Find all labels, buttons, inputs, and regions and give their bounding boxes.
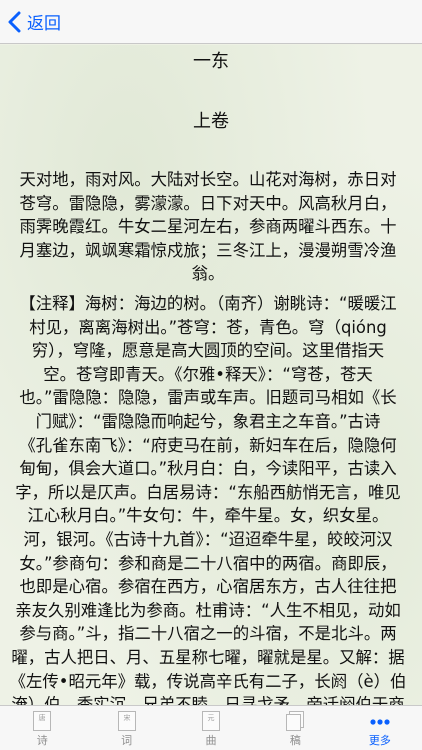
- text-line: 苍穹。雷隐隐，雾濛濛。日下对天中。风高秋月白，: [19, 193, 397, 213]
- tab-label: 更多: [368, 734, 391, 747]
- text-line: 【注释】海树：海边的树。（南齐）谢眺诗：“暖暖江: [19, 294, 397, 313]
- text-line: 月塞边，飒飒寒霜惊戍旅；三冬江上，漫漫朔雪冷渔: [19, 240, 397, 260]
- more-dots-icon: [370, 719, 390, 725]
- yuan-book-icon: 元: [202, 711, 221, 731]
- text-line: 江心秋月白。”牛女句：牛，牵牛星。女，织女星。: [27, 506, 389, 526]
- svg-text:唐: 唐: [39, 713, 46, 722]
- volume-subheading: 上卷: [193, 111, 229, 132]
- text-line: 也。”雷隐隐：隐隐，雷声或车声。旧题司马相如《长: [19, 388, 397, 408]
- song-book-icon: 宋: [117, 711, 136, 731]
- poem-content[interactable]: 一东 上卷 天对地，雨对风。大陆对长空。山花对海树，赤日对 苍穹。雷隐隐，雾濛濛。…: [0, 45, 422, 705]
- text-line: 翁。: [191, 264, 225, 284]
- text-line: 雨霁晚霞红。牛女二星河左右，参商两曜斗西东。十: [19, 217, 397, 237]
- poem-text: 天对地，雨对风。大陆对长空。山花对海树，赤日对 苍穹。雷隐隐，雾濛濛。日下对天中。…: [6, 168, 410, 286]
- svg-text:宋: 宋: [123, 713, 130, 722]
- text-line: 女。”参商句：参和商是二十八宿中的两宿。商即辰，: [19, 553, 397, 573]
- tab-label: 诗: [36, 734, 48, 747]
- chevron-left-icon: [8, 11, 21, 32]
- text-line: 天对地，雨对风。大陆对长空。山花对海树，赤日对: [19, 170, 397, 189]
- tang-book-icon: 唐: [33, 711, 52, 731]
- text-line: 淹）伯，季实沉。兄弟不睦，日寻戈矛。帝迁阏伯于商: [11, 695, 405, 705]
- tab-bar: 唐 诗 宋 词 元 曲 稿 更多: [0, 705, 422, 750]
- tab-label: 曲: [205, 734, 217, 747]
- tab-label: 词: [121, 734, 133, 747]
- text-line: 《孔雀东南飞》：“府吏马在前，新妇车在后，隐隐何: [19, 435, 397, 455]
- svg-text:元: 元: [208, 714, 215, 722]
- text-line: 《左传•昭元年》载，传说高辛氏有二子，长阏（è）伯: [9, 671, 407, 691]
- tab-label: 稿: [289, 734, 301, 747]
- section-heading: 一东: [193, 51, 229, 72]
- tab-drafts[interactable]: 稿: [253, 706, 337, 750]
- navigation-bar: 返回: [0, 0, 422, 44]
- text-line: 参与商。”斗，指二十八宿之一的斗宿，不是北斗。两: [19, 624, 397, 644]
- annotation-text: 【注释】海树：海边的树。（南齐）谢眺诗：“暖暖江 村见，离离海树出。”苍穹：苍，青…: [6, 292, 410, 705]
- tab-song-ci[interactable]: 宋 词: [84, 706, 168, 750]
- text-line: 村见，离离海树出。”苍穹：苍，青色。穹（qióng: [29, 317, 387, 337]
- text-line: 穷），穹隆，愿意是高大圆顶的空间。这里借指天: [31, 341, 385, 361]
- tab-yuan-qu[interactable]: 元 曲: [169, 706, 253, 750]
- back-label: 返回: [27, 14, 61, 34]
- text-line: 门赋》：“雷隐隐而响起兮，象君主之车音。”古诗: [35, 411, 381, 431]
- text-line: 空。苍穹即青天。《尔雅•释天》：“穹苍，苍天: [43, 364, 373, 384]
- text-line: 曜，古人把日、月、五星称七曜，曜就是星。又解：据: [11, 647, 405, 667]
- back-button[interactable]: 返回: [8, 0, 61, 44]
- text-line: 亲友久别难逢比为参商。杜甫诗：“人生不相见，动如: [15, 600, 401, 620]
- drafts-icon: [286, 711, 305, 731]
- tab-more[interactable]: 更多: [338, 706, 422, 750]
- text-line: 河，银河。《古诗十九首》：“迢迢牵牛星，皎皎河汉: [23, 529, 393, 549]
- text-line: 甸甸，俱会大道口。”秋月白：白，今读阳平，古读入: [19, 459, 397, 479]
- text-line: 也即是心宿。参宿在西方，心宿居东方，古人往往把: [19, 577, 397, 597]
- tab-tang-poems[interactable]: 唐 诗: [0, 706, 84, 750]
- text-line: 字，所以是仄声。白居易诗：“东船西舫悄无言，唯见: [15, 482, 401, 502]
